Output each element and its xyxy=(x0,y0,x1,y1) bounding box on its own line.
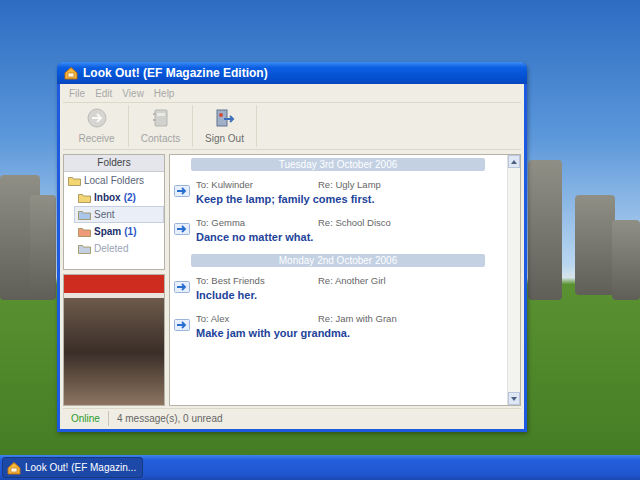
message-content: To: KulwinderRe: Ugly LampKeep the lamp;… xyxy=(196,178,381,207)
stone xyxy=(612,220,640,300)
toolbar-label: Sign Out xyxy=(205,131,244,146)
date-header: Tuesday 3rd October 2006 xyxy=(191,158,485,171)
message-meta: To: Best FriendsRe: Another Girl xyxy=(196,274,386,288)
message-subject: Re: Ugly Lamp xyxy=(318,178,381,192)
folders-panel: FoldersLocal FoldersInbox(2)SentSpam(1)D… xyxy=(63,154,165,270)
folder-item[interactable]: Inbox(2) xyxy=(74,189,164,206)
stone xyxy=(575,195,615,295)
menu-item[interactable]: View xyxy=(122,86,144,101)
menu-item[interactable]: File xyxy=(69,86,85,101)
message-subject: Re: Jam with Gran xyxy=(318,312,397,326)
scroll-up-button[interactable] xyxy=(508,155,520,168)
message-text: Keep the lamp; family comes first. xyxy=(196,192,381,207)
toolbar-label: Receive xyxy=(78,131,114,146)
date-header: Monday 2nd October 2006 xyxy=(191,254,485,267)
scrollbar[interactable] xyxy=(507,155,520,405)
stone xyxy=(528,160,562,300)
desktop-background: Look Out! (EF Magazine Edition) File Edit V… xyxy=(0,0,640,455)
folder-label: Inbox xyxy=(94,190,121,205)
left-column: FoldersLocal FoldersInbox(2)SentSpam(1)D… xyxy=(63,154,165,406)
app-icon xyxy=(64,66,78,80)
sent-arrow-icon xyxy=(174,312,190,341)
folder-count: (1) xyxy=(124,224,136,239)
menu-item[interactable]: Edit xyxy=(95,86,112,101)
folder-item[interactable]: Deleted xyxy=(74,240,164,257)
folder-count: (2) xyxy=(124,190,136,205)
message-text: Make jam with your grandma. xyxy=(196,326,397,341)
folder-label: Sent xyxy=(94,207,115,222)
message-summary: 4 message(s), 0 unread xyxy=(109,411,231,426)
message-text: Include her. xyxy=(196,288,386,303)
message-row[interactable]: To: AlexRe: Jam with GranMake jam with y… xyxy=(174,312,499,341)
down-arrow-icon xyxy=(511,397,517,401)
toolbar-button[interactable]: Sign Out xyxy=(193,105,257,147)
status-bar: Online4 message(s), 0 unread xyxy=(63,408,521,427)
screen: Look Out! (EF Magazine Edition) File Edit V… xyxy=(0,0,640,480)
message-subject: Re: School Disco xyxy=(318,216,391,230)
folder-label: Spam xyxy=(94,224,121,239)
folder-root[interactable]: Local Folders xyxy=(64,172,164,189)
toolbar: Receive Contacts Sign Out xyxy=(63,102,521,150)
message-content: To: GemmaRe: School DiscoDance no matter… xyxy=(196,216,391,245)
message-meta: To: GemmaRe: School Disco xyxy=(196,216,391,230)
message-row[interactable]: To: GemmaRe: School DiscoDance no matter… xyxy=(174,216,499,245)
folder-label: Deleted xyxy=(94,241,128,256)
message-recipient: To: Kulwinder xyxy=(196,178,318,192)
menu-bar: File Edit View Help xyxy=(63,84,521,102)
taskbar: Look Out! (EF Magazin... xyxy=(0,455,640,480)
toolbar-button[interactable]: Contacts xyxy=(129,105,193,147)
folder-label: Local Folders xyxy=(84,173,144,188)
toolbar-button[interactable]: Receive xyxy=(65,105,129,147)
main-area: FoldersLocal FoldersInbox(2)SentSpam(1)D… xyxy=(63,150,521,406)
app-window: Look Out! (EF Magazine Edition) File Edit V… xyxy=(57,62,527,432)
sent-arrow-icon xyxy=(174,274,190,303)
message-list: Tuesday 3rd October 2006To: KulwinderRe:… xyxy=(170,155,507,405)
folders-header: Folders xyxy=(64,155,164,172)
folder-icon xyxy=(78,226,91,237)
message-recipient: To: Best Friends xyxy=(196,274,318,288)
title-bar[interactable]: Look Out! (EF Magazine Edition) xyxy=(57,62,527,84)
folder-icon xyxy=(78,243,91,254)
toolbar-label: Contacts xyxy=(141,131,180,146)
window-client: File Edit View Help Receive Contacts Sign Out F… xyxy=(60,84,524,429)
folder-icon xyxy=(78,209,91,220)
message-row[interactable]: To: KulwinderRe: Ugly LampKeep the lamp;… xyxy=(174,178,499,207)
sent-arrow-icon xyxy=(174,216,190,245)
message-meta: To: KulwinderRe: Ugly Lamp xyxy=(196,178,381,192)
message-pane: Tuesday 3rd October 2006To: KulwinderRe:… xyxy=(169,154,521,406)
folder-item[interactable]: Sent xyxy=(74,206,164,223)
receive-icon xyxy=(86,107,108,129)
magazine-ad[interactable] xyxy=(63,274,165,406)
scroll-down-button[interactable] xyxy=(508,392,520,405)
sent-arrow-icon xyxy=(174,178,190,207)
taskbar-label: Look Out! (EF Magazin... xyxy=(25,460,136,475)
taskbar-button[interactable]: Look Out! (EF Magazin... xyxy=(2,457,143,478)
app-icon xyxy=(7,461,21,475)
contacts-icon xyxy=(150,107,172,129)
folder-item[interactable]: Spam(1) xyxy=(74,223,164,240)
message-content: To: Best FriendsRe: Another GirlInclude … xyxy=(196,274,386,303)
message-row[interactable]: To: Best FriendsRe: Another GirlInclude … xyxy=(174,274,499,303)
sign-out-icon xyxy=(214,107,236,129)
stone xyxy=(30,195,56,300)
message-content: To: AlexRe: Jam with GranMake jam with y… xyxy=(196,312,397,341)
message-recipient: To: Gemma xyxy=(196,216,318,230)
message-recipient: To: Alex xyxy=(196,312,318,326)
window-title: Look Out! (EF Magazine Edition) xyxy=(83,64,268,82)
message-text: Dance no matter what. xyxy=(196,230,391,245)
menu-item[interactable]: Help xyxy=(154,86,175,101)
folder-icon xyxy=(78,192,91,203)
connection-status: Online xyxy=(63,411,109,426)
folder-icon xyxy=(68,175,81,186)
message-meta: To: AlexRe: Jam with Gran xyxy=(196,312,397,326)
message-subject: Re: Another Girl xyxy=(318,274,386,288)
up-arrow-icon xyxy=(511,160,517,164)
